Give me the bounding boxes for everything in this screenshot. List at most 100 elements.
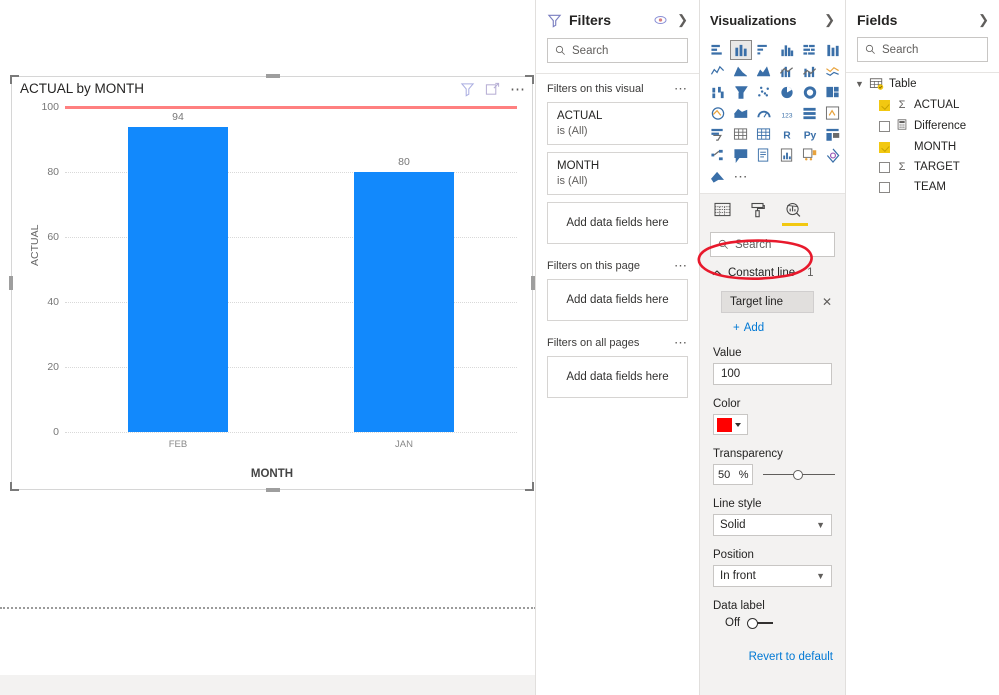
line-stacked-column-chart-icon[interactable] xyxy=(776,61,798,81)
eye-hide-icon[interactable] xyxy=(653,13,668,27)
more-visuals-icon[interactable]: ⋯ xyxy=(730,166,752,186)
revert-to-default-button[interactable]: Revert to default xyxy=(700,629,845,663)
decomposition-tree-icon[interactable] xyxy=(707,145,729,165)
collapse-visualizations-pane-button[interactable]: ❯ xyxy=(822,12,837,28)
funnel-icon[interactable] xyxy=(730,82,752,102)
card-icon[interactable]: 123 xyxy=(776,103,798,123)
chart-bar[interactable] xyxy=(354,172,454,432)
field-checkbox[interactable] xyxy=(879,181,890,193)
clustered-bar-chart-icon[interactable] xyxy=(753,40,775,60)
donut-chart-icon[interactable] xyxy=(799,82,821,102)
clustered-column-chart-icon[interactable] xyxy=(776,40,798,60)
waterfall-chart-icon[interactable] xyxy=(707,82,729,102)
collapse-filters-pane-button[interactable]: ❯ xyxy=(675,12,690,28)
constant-line-chip[interactable]: Target line xyxy=(721,291,814,313)
close-icon[interactable]: ✕ xyxy=(822,295,832,309)
treemap-icon[interactable] xyxy=(822,82,844,102)
q-and-a-icon[interactable] xyxy=(730,145,752,165)
resize-handle-bottom[interactable] xyxy=(266,488,280,492)
filters-search-input[interactable]: Search xyxy=(547,38,688,63)
column-chart-visual[interactable]: ACTUAL by MONTH ⋯ ACTUAL MONTH 0 20 40 60 80… xyxy=(9,74,535,492)
slicer-icon[interactable] xyxy=(707,124,729,144)
filter-icon[interactable] xyxy=(460,82,475,97)
arcgis-maps-icon[interactable] xyxy=(707,166,729,186)
stacked-area-chart-icon[interactable] xyxy=(753,61,775,81)
paginated-report-icon[interactable] xyxy=(776,145,798,165)
transparency-slider[interactable] xyxy=(763,468,836,482)
field-row[interactable]: Σ ACTUAL xyxy=(846,95,999,115)
collapse-fields-pane-button[interactable]: ❯ xyxy=(976,12,991,28)
transparency-input[interactable]: 50 % xyxy=(713,464,754,485)
100-stacked-bar-chart-icon[interactable] xyxy=(799,40,821,60)
analytics-tab[interactable] xyxy=(782,202,808,226)
gridline xyxy=(65,432,517,433)
map-icon[interactable] xyxy=(707,103,729,123)
field-row[interactable]: Σ TARGET xyxy=(846,157,999,177)
format-search-input[interactable]: Search xyxy=(710,232,835,257)
scatter-chart-icon[interactable] xyxy=(753,82,775,102)
filter-card[interactable]: ACTUAL is (All) xyxy=(547,102,688,145)
gauge-icon[interactable] xyxy=(753,103,775,123)
fields-table-node[interactable]: ▼ Table xyxy=(846,73,999,95)
100-stacked-column-chart-icon[interactable] xyxy=(822,40,844,60)
data-label-toggle[interactable] xyxy=(747,617,774,629)
resize-handle-top-left[interactable] xyxy=(10,75,19,84)
filter-dropzone[interactable]: Add data fields here xyxy=(547,356,688,398)
report-canvas[interactable]: ACTUAL by MONTH ⋯ ACTUAL MONTH 0 20 40 60 80… xyxy=(0,0,536,695)
resize-handle-left[interactable] xyxy=(9,276,13,290)
fields-search-input[interactable]: Search xyxy=(857,37,988,62)
field-checkbox[interactable] xyxy=(879,161,890,173)
value-input[interactable]: 100 xyxy=(713,363,832,385)
constant-line-card-header[interactable]: Constant line 1 xyxy=(700,257,845,287)
field-checkbox[interactable] xyxy=(879,141,890,153)
pie-chart-icon[interactable] xyxy=(776,82,798,102)
resize-handle-top-right[interactable] xyxy=(525,75,534,84)
filter-dropzone[interactable]: Add data fields here xyxy=(547,202,688,244)
filter-card[interactable]: MONTH is (All) xyxy=(547,152,688,195)
stacked-column-chart-icon[interactable] xyxy=(730,40,752,60)
kpi-icon[interactable] xyxy=(822,103,844,123)
fields-tab[interactable] xyxy=(714,202,731,226)
field-row[interactable]: MONTH xyxy=(846,137,999,157)
r-script-visual-icon[interactable]: R xyxy=(776,124,798,144)
power-apps-icon[interactable] xyxy=(799,145,821,165)
filter-dropzone[interactable]: Add data fields here xyxy=(547,279,688,321)
line-clustered-column-chart-icon[interactable] xyxy=(799,61,821,81)
matrix-icon[interactable] xyxy=(753,124,775,144)
smart-narrative-icon[interactable] xyxy=(753,145,775,165)
key-influencers-icon[interactable] xyxy=(822,124,844,144)
ribbon-chart-icon[interactable] xyxy=(822,61,844,81)
color-picker-button[interactable] xyxy=(713,414,748,435)
stacked-bar-chart-icon[interactable] xyxy=(707,40,729,60)
chevron-down-icon[interactable]: ▼ xyxy=(855,79,864,89)
field-row[interactable]: Difference xyxy=(846,115,999,137)
resize-handle-right[interactable] xyxy=(531,276,535,290)
add-constant-line-button[interactable]: + Add xyxy=(733,322,832,334)
position-select[interactable]: In front ▼ xyxy=(713,565,832,587)
resize-handle-bottom-left[interactable] xyxy=(10,482,19,491)
resize-handle-top[interactable] xyxy=(266,74,280,78)
field-row[interactable]: TEAM xyxy=(846,177,999,197)
filter-section: Filters on all pages ⋯ Add data fields her… xyxy=(536,328,699,398)
slider-thumb[interactable] xyxy=(793,469,804,480)
more-options-icon[interactable]: ⋯ xyxy=(674,259,688,272)
constant-line-card-count: 1 xyxy=(807,267,814,279)
field-checkbox[interactable] xyxy=(879,120,890,132)
field-checkbox[interactable] xyxy=(879,99,890,111)
python-visual-icon[interactable]: Py xyxy=(799,124,821,144)
table-icon[interactable] xyxy=(730,124,752,144)
more-options-icon[interactable]: ⋯ xyxy=(674,82,688,95)
resize-handle-bottom-right[interactable] xyxy=(525,482,534,491)
focus-mode-icon[interactable] xyxy=(485,82,500,97)
format-tab[interactable] xyxy=(750,202,766,226)
chart-bar[interactable] xyxy=(128,126,228,432)
more-options-icon[interactable]: ⋯ xyxy=(674,336,688,349)
filled-map-icon[interactable] xyxy=(730,103,752,123)
line-chart-icon[interactable] xyxy=(707,61,729,81)
line-style-select[interactable]: Solid ▼ xyxy=(713,514,832,536)
more-options-icon[interactable]: ⋯ xyxy=(510,82,526,97)
field-label: MONTH xyxy=(914,141,957,153)
multi-row-card-icon[interactable] xyxy=(799,103,821,123)
area-chart-icon[interactable] xyxy=(730,61,752,81)
power-automate-icon[interactable] xyxy=(822,145,844,165)
